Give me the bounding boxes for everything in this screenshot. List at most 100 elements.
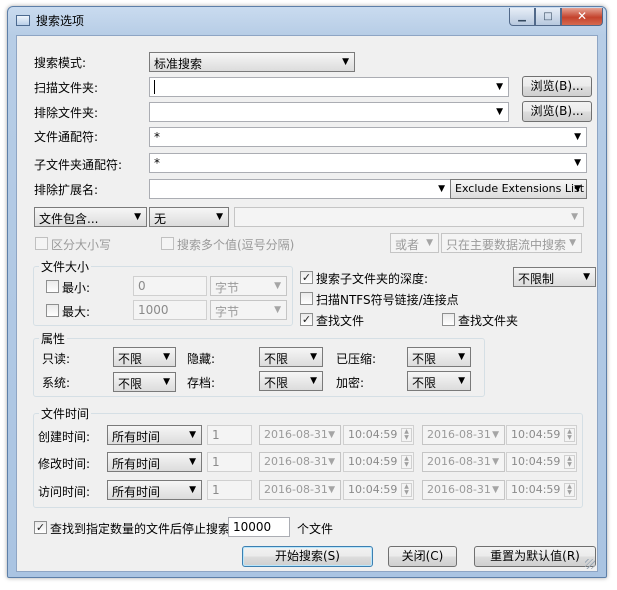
max-size-unit-select[interactable]: 字节 ▼	[210, 300, 287, 320]
min-size-input[interactable]: 0	[133, 276, 207, 296]
subfolder-wildcard-label: 子文件夹通配符:	[34, 158, 123, 172]
search-options-window: 搜索选项 ▁ □ ✕ 搜索模式: 标准搜索 ▼ 扫描文件夹: ▼ 浏览(B)..…	[7, 6, 607, 578]
chevron-down-icon: ▼	[571, 212, 578, 222]
to-time-value: 10:04:59	[511, 483, 561, 496]
close-window-button[interactable]: ✕	[561, 8, 603, 26]
to-time-input[interactable]: 10:04:59 ▲ ▼	[506, 425, 577, 445]
time-range-select[interactable]: 所有时间 ▼	[107, 452, 202, 472]
wildcard-input[interactable]: * ▼	[149, 127, 587, 147]
attributes-title: 属性	[39, 330, 68, 347]
encrypted-select[interactable]: 不限 ▼	[407, 371, 471, 391]
from-date-picker[interactable]: 2016-08-31 ▼	[259, 452, 341, 472]
from-date-picker[interactable]: 2016-08-31 ▼	[259, 425, 341, 445]
wildcard-value: *	[154, 130, 160, 144]
case-sensitive-checkbox[interactable]	[35, 237, 48, 250]
spin-arrows-icon[interactable]: ▲ ▼	[401, 428, 412, 442]
from-time-input[interactable]: 10:04:59 ▲ ▼	[343, 425, 414, 445]
chevron-down-icon: ▼	[328, 430, 335, 440]
from-date-picker[interactable]: 2016-08-31 ▼	[259, 480, 341, 500]
spin-arrows-icon[interactable]: ▲ ▼	[401, 483, 412, 497]
contains-text-input[interactable]: ▼	[234, 207, 584, 227]
multi-values-label: 搜索多个值(逗号分隔)	[177, 238, 295, 252]
chevron-down-icon: ▼	[310, 352, 317, 362]
logic-select[interactable]: 或者 ▼	[390, 233, 439, 253]
max-size-input[interactable]: 1000	[133, 300, 207, 320]
maximize-button[interactable]: □	[535, 8, 561, 26]
exclude-folder-input[interactable]: ▼	[149, 102, 509, 122]
exclude-ext-label: 排除扩展名:	[34, 183, 99, 197]
subfolder-depth-checkbox[interactable]: ✓	[300, 271, 313, 284]
file-contains-value: 文件包含...	[39, 212, 99, 226]
scan-ntfs-label: 扫描NTFS符号链接/连接点	[316, 293, 459, 307]
readonly-select[interactable]: 不限 ▼	[113, 347, 176, 367]
browse-exclude-button[interactable]: 浏览(B)...	[522, 101, 592, 122]
to-date-value: 2016-08-31	[427, 483, 491, 496]
search-mode-label: 搜索模式:	[34, 56, 87, 70]
scan-folder-input[interactable]: ▼	[149, 77, 509, 97]
file-contains-select[interactable]: 文件包含... ▼	[34, 207, 147, 227]
search-mode-select[interactable]: 标准搜索 ▼	[149, 52, 355, 72]
stream-select[interactable]: 只在主要数据流中搜索 ▼	[441, 233, 582, 253]
multi-values-checkbox[interactable]	[161, 237, 174, 250]
spin-arrows-icon[interactable]: ▲ ▼	[564, 428, 575, 442]
file-time-title: 文件时间	[39, 405, 92, 422]
resize-grip[interactable]	[585, 559, 595, 569]
to-time-value: 10:04:59	[511, 455, 561, 468]
stop-after-checkbox[interactable]: ✓	[34, 521, 47, 534]
system-select[interactable]: 不限 ▼	[113, 372, 176, 392]
time-count-input[interactable]: 1	[207, 425, 252, 445]
hidden-select[interactable]: 不限 ▼	[259, 347, 323, 367]
time-range-select[interactable]: 所有时间 ▼	[107, 480, 202, 500]
exclude-ext-list-select[interactable]: Exclude Extensions List ▼	[450, 179, 587, 199]
minimize-button[interactable]: ▁	[509, 8, 535, 26]
stop-after-input[interactable]: 10000	[228, 517, 290, 537]
scan-ntfs-checkbox[interactable]	[300, 292, 313, 305]
chevron-down-icon: ▼	[492, 430, 499, 440]
time-count-input[interactable]: 1	[207, 452, 252, 472]
spin-arrows-icon[interactable]: ▲ ▼	[564, 483, 575, 497]
chevron-down-icon: ▼	[163, 377, 170, 387]
archive-select[interactable]: 不限 ▼	[259, 371, 323, 391]
hidden-value: 不限	[264, 352, 289, 366]
from-time-input[interactable]: 10:04:59 ▲ ▼	[343, 480, 414, 500]
to-time-input[interactable]: 10:04:59 ▲ ▼	[506, 452, 577, 472]
time-count-input[interactable]: 1	[207, 480, 252, 500]
subfolder-depth-label: 搜索子文件夹的深度:	[316, 272, 429, 286]
from-time-value: 10:04:59	[348, 455, 398, 468]
exclude-ext-input[interactable]: ▼	[149, 179, 451, 199]
chevron-down-icon: ▼	[328, 457, 335, 467]
file-size-title: 文件大小	[39, 258, 92, 275]
max-size-checkbox[interactable]	[46, 304, 59, 317]
from-time-input[interactable]: 10:04:59 ▲ ▼	[343, 452, 414, 472]
to-date-picker[interactable]: 2016-08-31 ▼	[422, 480, 505, 500]
spin-arrows-icon[interactable]: ▲ ▼	[401, 455, 412, 469]
chevron-down-icon: ▼	[574, 132, 581, 142]
search-mode-value: 标准搜索	[154, 57, 203, 71]
start-search-button[interactable]: 开始搜索(S)	[242, 546, 373, 567]
min-size-checkbox[interactable]	[46, 280, 59, 293]
min-size-unit-select[interactable]: 字节 ▼	[210, 276, 287, 296]
chevron-down-icon: ▼	[274, 305, 281, 315]
min-size-unit-value: 字节	[215, 281, 240, 295]
find-folders-checkbox[interactable]	[442, 313, 455, 326]
window-title: 搜索选项	[36, 14, 85, 28]
to-date-picker[interactable]: 2016-08-31 ▼	[422, 425, 505, 445]
chevron-down-icon: ▼	[583, 272, 590, 282]
time-range-select[interactable]: 所有时间 ▼	[107, 425, 202, 445]
spin-arrows-icon[interactable]: ▲ ▼	[564, 455, 575, 469]
depth-select[interactable]: 不限制 ▼	[513, 267, 596, 287]
reset-defaults-button[interactable]: 重置为默认值(R)	[474, 546, 596, 567]
hidden-label: 隐藏:	[187, 352, 216, 366]
to-date-picker[interactable]: 2016-08-31 ▼	[422, 452, 505, 472]
chevron-down-icon: ▼	[574, 184, 581, 194]
logic-value: 或者	[395, 238, 420, 252]
chevron-down-icon: ▼	[426, 238, 433, 248]
to-time-input[interactable]: 10:04:59 ▲ ▼	[506, 480, 577, 500]
contains-option-select[interactable]: 无 ▼	[149, 207, 229, 227]
compressed-select[interactable]: 不限 ▼	[407, 347, 471, 367]
browse-scan-button[interactable]: 浏览(B)...	[522, 76, 592, 97]
subfolder-wildcard-input[interactable]: * ▼	[149, 153, 587, 173]
close-button[interactable]: 关闭(C)	[388, 546, 457, 567]
chevron-down-icon: ▼	[328, 485, 335, 495]
find-files-checkbox[interactable]: ✓	[300, 313, 313, 326]
